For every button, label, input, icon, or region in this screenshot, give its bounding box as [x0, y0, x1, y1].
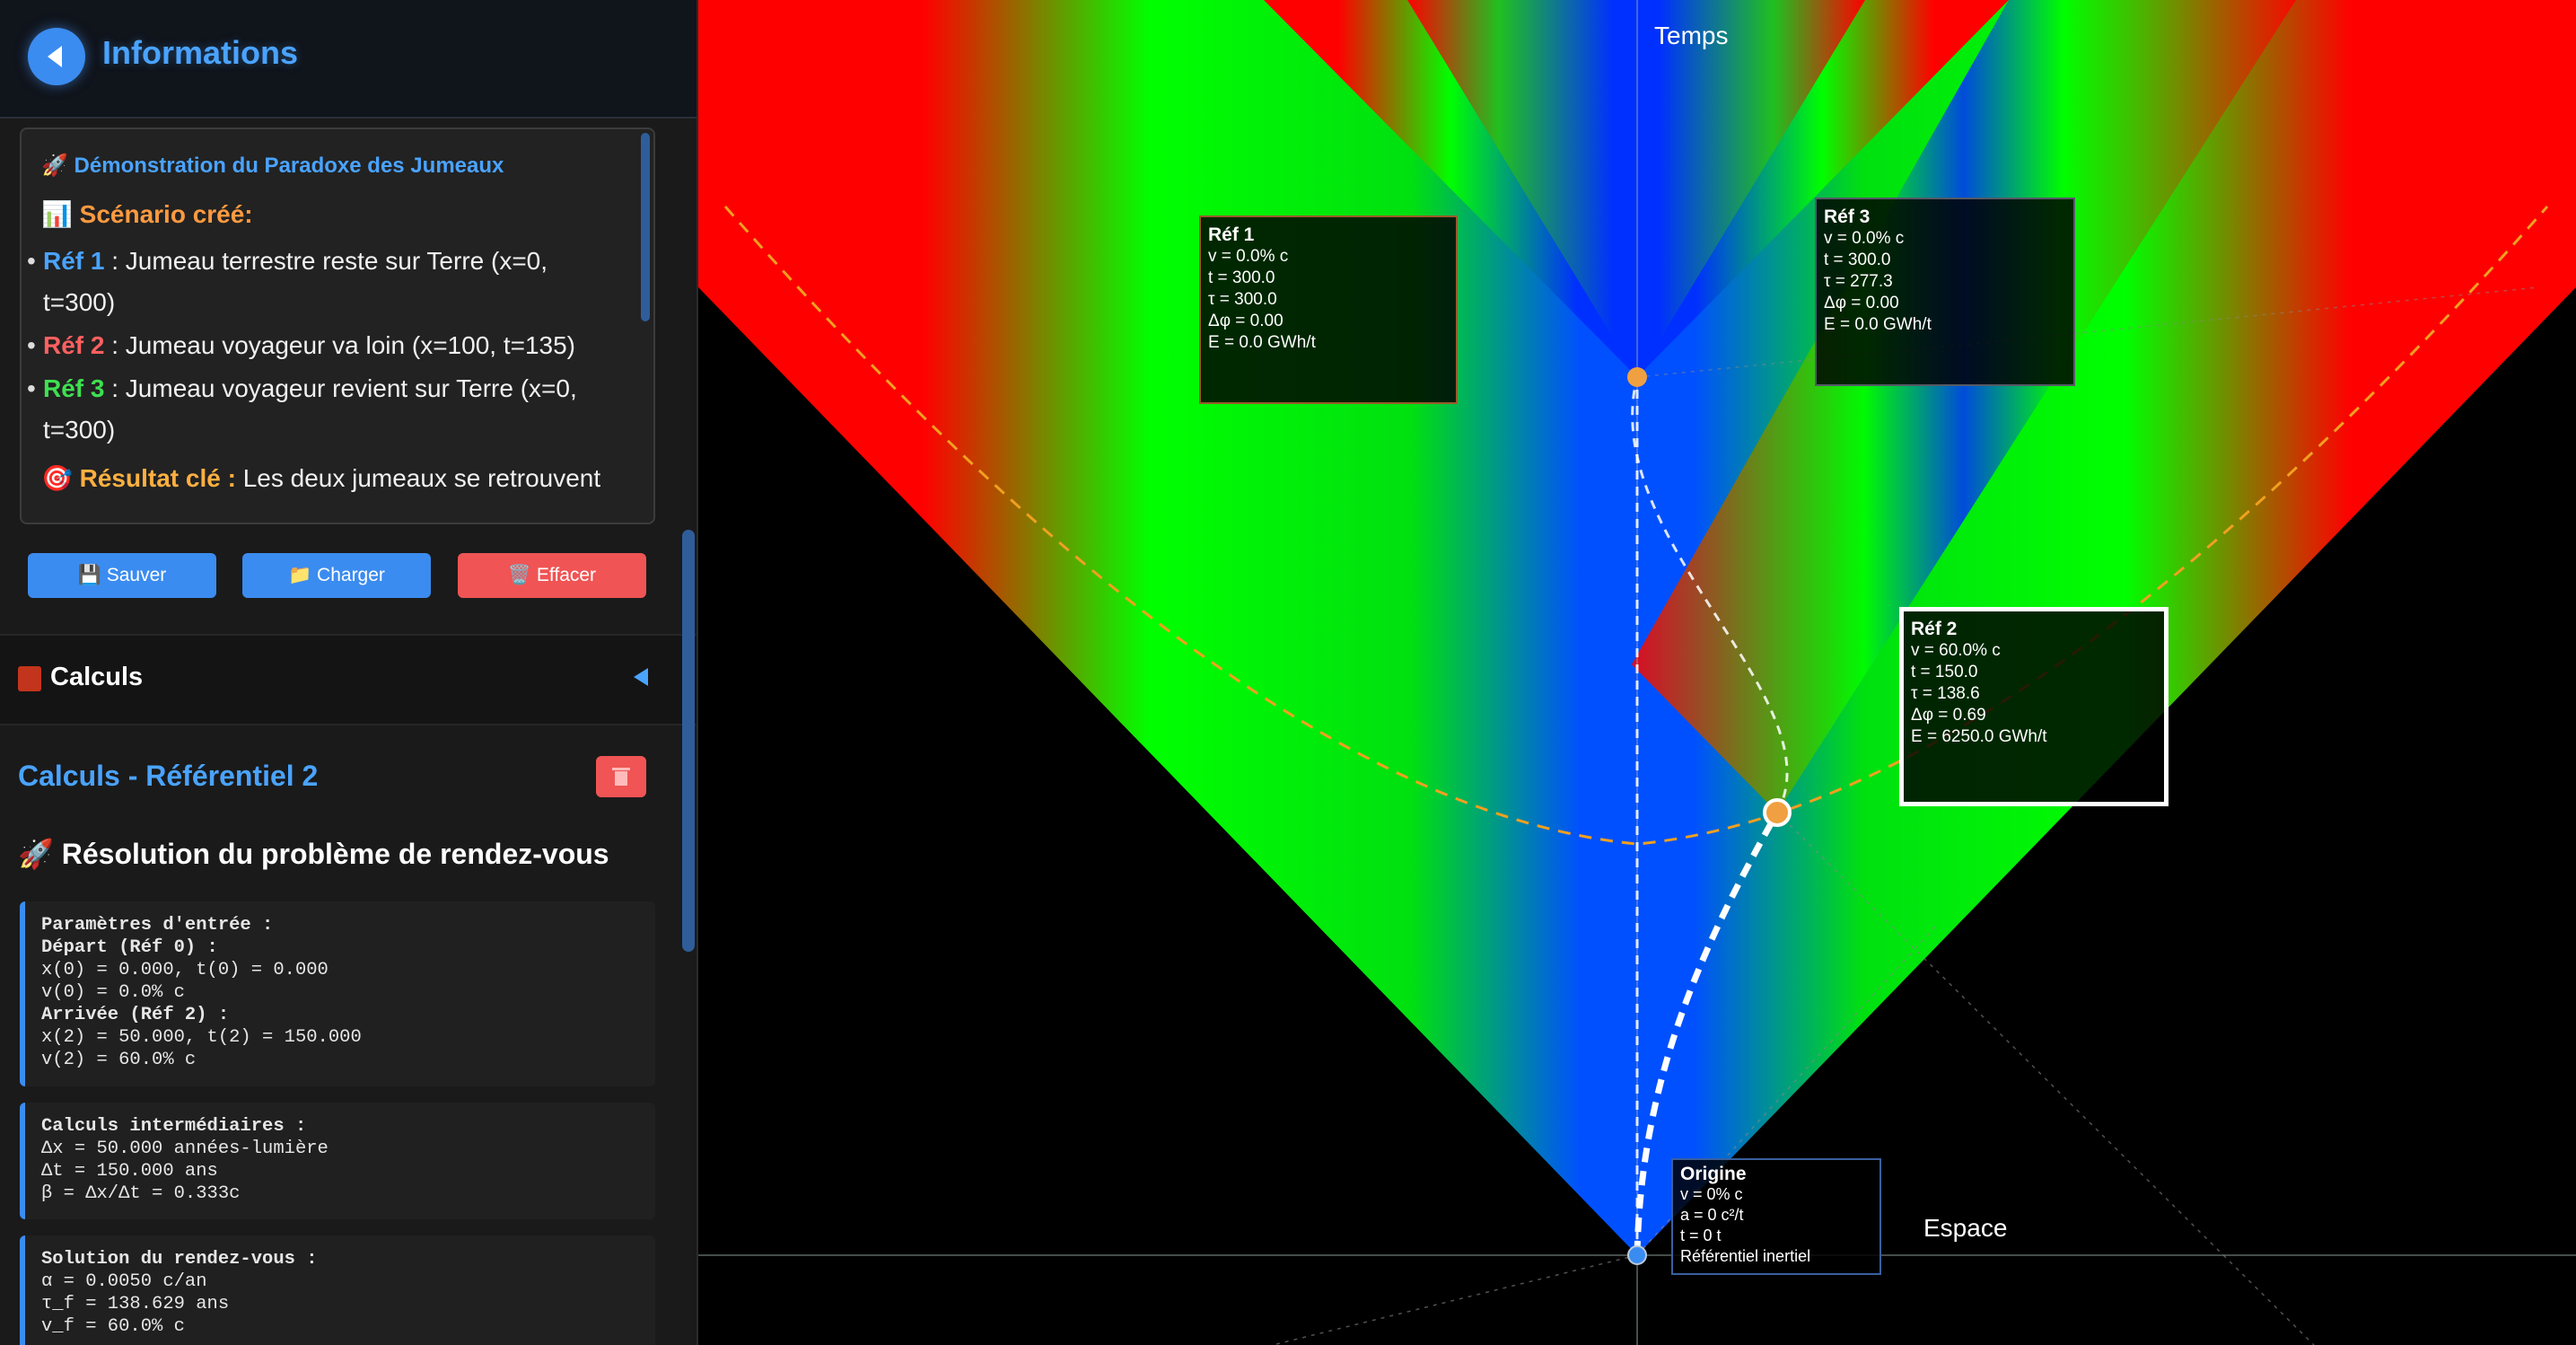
calc-title: Calculs - Référentiel 2: [18, 760, 319, 792]
diagram-canvas[interactable]: [698, 0, 2576, 1345]
space-axis-label: Espace: [1923, 1214, 2008, 1242]
list-item-cont: t=300): [43, 288, 116, 316]
delete-button[interactable]: [596, 756, 646, 797]
solution-code-box: Solution du rendez-vous :α = 0.0050 c/an…: [20, 1235, 655, 1345]
ref1-title: Réf 1: [1208, 224, 1255, 245]
ref1-line: E = 0.0 GWh/t: [1208, 333, 1316, 352]
code-line: Départ (Réf 0) :: [41, 937, 218, 958]
info-box[interactable]: 🚀 Démonstration du Paradoxe des Jumeaux …: [20, 127, 655, 524]
save-button[interactable]: 💾 Sauver: [28, 553, 216, 598]
origin-title: Origine: [1680, 1164, 1747, 1184]
ref1-line: τ = 300.0: [1208, 290, 1277, 309]
code-line: Δx = 50.000 années-lumière: [41, 1138, 329, 1159]
trash-icon: [612, 768, 630, 786]
ref2-line: E = 6250.0 GWh/t: [1911, 727, 2047, 746]
problem-title: 🚀 Résolution du problème de rendez-vous: [18, 838, 609, 870]
code-line: β = Δx/Δt = 0.333c: [41, 1183, 241, 1204]
code-line: v_f = 60.0% c: [41, 1316, 185, 1337]
ref2-info-box[interactable]: Réf 2 v = 60.0% c t = 150.0 τ = 138.6 Δφ…: [1899, 607, 2169, 806]
panel-scrollbar[interactable]: [682, 530, 695, 952]
ref2-title: Réf 2: [1911, 619, 1958, 639]
ref1-line: Δφ = 0.00: [1208, 312, 1284, 330]
list-item: • Réf 1 : Jumeau terrestre reste sur Terr…: [27, 247, 548, 275]
code-line: τ_f = 138.629 ans: [41, 1294, 230, 1314]
origin-line: t = 0 t: [1680, 1226, 1722, 1244]
info-scrollbar[interactable]: [641, 133, 650, 321]
ref1-info-box[interactable]: Réf 1 v = 0.0% c t = 300.0 τ = 300.0 Δφ …: [1199, 215, 1458, 404]
ref1-point[interactable]: [1627, 367, 1647, 387]
origin-line: Référentiel inertiel: [1680, 1247, 1811, 1265]
chevron-left-icon: [48, 46, 62, 67]
ref3-line: Δφ = 0.00: [1824, 294, 1899, 312]
back-button[interactable]: [28, 28, 85, 85]
code-line: x(2) = 50.000, t(2) = 150.000: [41, 1027, 362, 1048]
code-line: x(0) = 0.000, t(0) = 0.000: [41, 960, 329, 980]
code-line: Calculs intermédiaires :: [41, 1116, 307, 1137]
abacus-icon: [18, 666, 41, 691]
ref3-line: τ = 277.3: [1824, 272, 1893, 291]
ref1-line: v = 0.0% c: [1208, 247, 1289, 266]
info-heading: 🚀 Démonstration du Paradoxe des Jumeaux: [41, 154, 504, 178]
origin-line: a = 0 c²/t: [1680, 1206, 1744, 1224]
list-item: • Réf 2 : Jumeau voyageur va loin (x=100,…: [27, 331, 576, 359]
code-line: Δt = 150.000 ans: [41, 1161, 218, 1182]
clear-button[interactable]: 🗑️ Effacer: [458, 553, 646, 598]
list-item-cont: t=300): [43, 416, 116, 444]
load-button[interactable]: 📁 Charger: [242, 553, 431, 598]
ref3-title: Réf 3: [1824, 207, 1871, 227]
time-axis-label: Temps: [1654, 22, 1729, 49]
ref1-line: t = 300.0: [1208, 268, 1275, 287]
code-line: α = 0.0050 c/an: [41, 1271, 207, 1292]
ref2-line: v = 60.0% c: [1911, 641, 2001, 660]
panel-title: Informations: [102, 34, 299, 71]
ref3-line: E = 0.0 GWh/t: [1824, 315, 1932, 334]
code-line: Arrivée (Réf 2) :: [41, 1005, 230, 1025]
ref2-point[interactable]: [1763, 798, 1792, 827]
panel-header: Informations: [0, 0, 697, 119]
ref3-line: v = 0.0% c: [1824, 229, 1905, 248]
ref2-line: t = 150.0: [1911, 663, 1978, 681]
ref3-info-box[interactable]: Réf 3 v = 0.0% c t = 300.0 τ = 277.3 Δφ …: [1815, 198, 2075, 386]
code-line: Solution du rendez-vous :: [41, 1249, 318, 1270]
origin-info-box[interactable]: Origine v = 0% c a = 0 c²/t t = 0 t Réfé…: [1671, 1158, 1881, 1275]
code-line: v(2) = 60.0% c: [41, 1050, 197, 1070]
list-item: • Réf 3 : Jumeau voyageur revient sur Ter…: [27, 374, 577, 402]
ref2-line: Δφ = 0.69: [1911, 706, 1986, 725]
scenario-heading: 📊 Scénario créé:: [41, 200, 253, 228]
intermediate-code-box: Calculs intermédiaires : Δx = 50.000 anné…: [20, 1103, 655, 1219]
code-line: v(0) = 0.0% c: [41, 982, 185, 1003]
calc-section-label: Calculs: [50, 663, 144, 691]
info-panel: Informations 🚀 Démonstration du Paradoxe…: [0, 0, 698, 1345]
collapse-arrow-icon[interactable]: [634, 668, 648, 686]
origin-line: v = 0% c: [1680, 1185, 1743, 1203]
result-line: 🎯 Résultat clé : Les deux jumeaux se ret…: [41, 464, 601, 492]
code-line: Paramètres d'entrée :: [41, 915, 274, 936]
calc-section-header[interactable]: Calculs: [0, 634, 697, 725]
ref3-line: t = 300.0: [1824, 251, 1891, 269]
ref2-line: τ = 138.6: [1911, 684, 1980, 703]
params-code-box: Paramètres d'entrée : Départ (Réf 0) : x(0…: [20, 901, 655, 1086]
origin-point[interactable]: [1627, 1245, 1647, 1265]
spacetime-diagram[interactable]: Temps Espace Réf 1 v = 0.0% c t = 300.0 …: [698, 0, 2576, 1345]
